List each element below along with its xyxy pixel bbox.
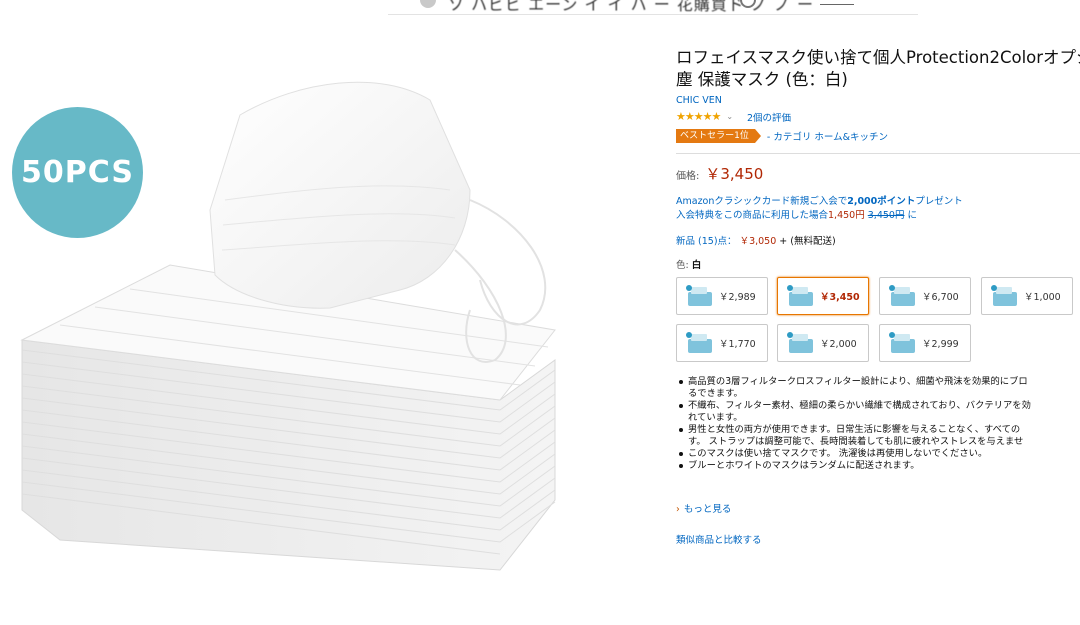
- bestseller-badge[interactable]: ベストセラー1位: [676, 129, 761, 143]
- promo-points: 2,000ポイント: [847, 196, 916, 207]
- shipping-note: + (無料配送): [779, 236, 836, 247]
- see-more-link[interactable]: › もっと見る: [676, 501, 731, 515]
- product-title: ロフェイスマスク使い捨て個人Protection2Colorオプショ 塵 保護マ…: [676, 47, 1080, 91]
- chevron-down-icon[interactable]: ⌄: [726, 112, 733, 121]
- swatch-price: ￥3,450: [820, 292, 860, 303]
- mask-box-icon: [888, 329, 918, 357]
- new-offers-row: 新品 (15)点： ￥3,050 + (無料配送): [676, 233, 836, 247]
- bestseller-row: ベストセラー1位 - カテゴリ ホーム&キッチン: [676, 129, 888, 143]
- promo2-suffix: に: [907, 210, 917, 221]
- feature-bullet: 高品質の3層フィルタークロスフィルター設計により、細菌や飛沫を効果的にブロ: [676, 376, 1080, 388]
- promo-discount-link[interactable]: 入会特典をこの商品に利用した場合1,450円 3,450円 に: [676, 207, 917, 221]
- swatch-option-selected[interactable]: ￥3,450: [777, 277, 869, 315]
- feature-bullet-cont: す。 ストラップは調整可能で、長時間装着しても肌に疲れやストレスを与えませ: [688, 436, 1024, 447]
- promo2-text: 入会特典をこの商品に利用した場合: [676, 210, 829, 221]
- swatch-option[interactable]: ￥1,770: [676, 324, 768, 362]
- price-row: 価格: ￥3,450: [676, 163, 763, 184]
- product-title-line2: 塵 保護マスク (色：白): [676, 70, 848, 89]
- feature-bullet: このマスクは使い捨てマスクです。 洗濯後は再使用しないでください。: [676, 448, 1080, 460]
- card-promo-link[interactable]: Amazonクラシックカード新規ご入会で2,000ポイントプレゼント: [676, 193, 963, 207]
- swatch-price: ￥1,000: [1024, 292, 1061, 303]
- quantity-badge: 50PCS: [12, 107, 143, 238]
- swatch-option[interactable]: ￥6,700: [879, 277, 971, 315]
- category-link[interactable]: - カテゴリ ホーム&キッチン: [767, 129, 888, 143]
- price-value: ￥3,450: [705, 165, 764, 183]
- feature-bullet-cont: るできます。: [688, 388, 743, 399]
- promo2-discounted-price: 1,450円: [828, 210, 865, 221]
- color-row: 色: 白: [676, 257, 701, 271]
- brand-link[interactable]: CHIC VEN: [676, 95, 722, 106]
- mask-box-icon: [685, 329, 715, 357]
- mask-box-icon: [685, 282, 715, 310]
- feature-bullet: 男性と女性の両方が使用できます。日常生活に影響を与えることなく、すべての: [676, 424, 1080, 436]
- badge-text: 50PCS: [21, 155, 134, 190]
- product-details: ロフェイスマスク使い捨て個人Protection2Colorオプショ 塵 保護マ…: [676, 0, 1080, 621]
- mask-box-icon: [888, 282, 918, 310]
- swatch-price: ￥6,700: [922, 292, 959, 303]
- swatch-price: ￥1,770: [719, 339, 756, 350]
- divider: [676, 153, 1080, 154]
- see-more-label: もっと見る: [683, 504, 732, 515]
- compare-similar-link[interactable]: 類似商品と比較する: [676, 532, 762, 546]
- rating-row: ★★★★★ ⌄ 2個の評価: [676, 110, 791, 124]
- promo2-original-price: 3,450円: [867, 210, 905, 221]
- swatch-price: ￥2,999: [922, 339, 959, 350]
- banner-icon: [420, 0, 436, 8]
- swatch-option[interactable]: ￥1,000: [981, 277, 1073, 315]
- feature-bullet: ブルーとホワイトのマスクはランダムに配送されます。: [676, 460, 1080, 472]
- swatch-option[interactable]: ￥2,999: [879, 324, 971, 362]
- new-offers-price: ￥3,050: [739, 236, 777, 247]
- mask-box-icon: [786, 329, 816, 357]
- chevron-right-icon: ›: [676, 504, 680, 515]
- swatch-price: ￥2,000: [820, 339, 857, 350]
- feature-bullets: 高品質の3層フィルタークロスフィルター設計により、細菌や飛沫を効果的にブロ るで…: [676, 376, 1080, 472]
- mask-box-icon: [990, 282, 1020, 310]
- price-label: 価格:: [676, 171, 700, 182]
- product-image[interactable]: 50PCS: [0, 40, 600, 621]
- color-value: 白: [691, 260, 702, 271]
- swatch-price: ￥2,989: [719, 292, 756, 303]
- mask-box-icon: [786, 282, 816, 310]
- feature-bullet-cont: れています。: [688, 412, 743, 423]
- star-rating-icon[interactable]: ★★★★★: [676, 110, 721, 123]
- promo-text: Amazonクラシックカード新規ご入会で: [676, 196, 848, 207]
- swatch-option[interactable]: ￥2,989: [676, 277, 768, 315]
- product-title-line1: ロフェイスマスク使い捨て個人Protection2Colorオプショ: [676, 48, 1080, 67]
- new-offers-link[interactable]: 新品 (15)点：: [676, 236, 737, 247]
- single-mask: [209, 81, 471, 309]
- promo-suffix: プレゼント: [915, 196, 963, 207]
- swatch-option[interactable]: ￥2,000: [777, 324, 869, 362]
- color-label: 色:: [676, 260, 689, 271]
- ratings-count-link[interactable]: 2個の評価: [747, 110, 791, 124]
- feature-bullet: 不織布、フィルター素材、極細の柔らかい繊維で構成されており、バクテリアを効: [676, 400, 1080, 412]
